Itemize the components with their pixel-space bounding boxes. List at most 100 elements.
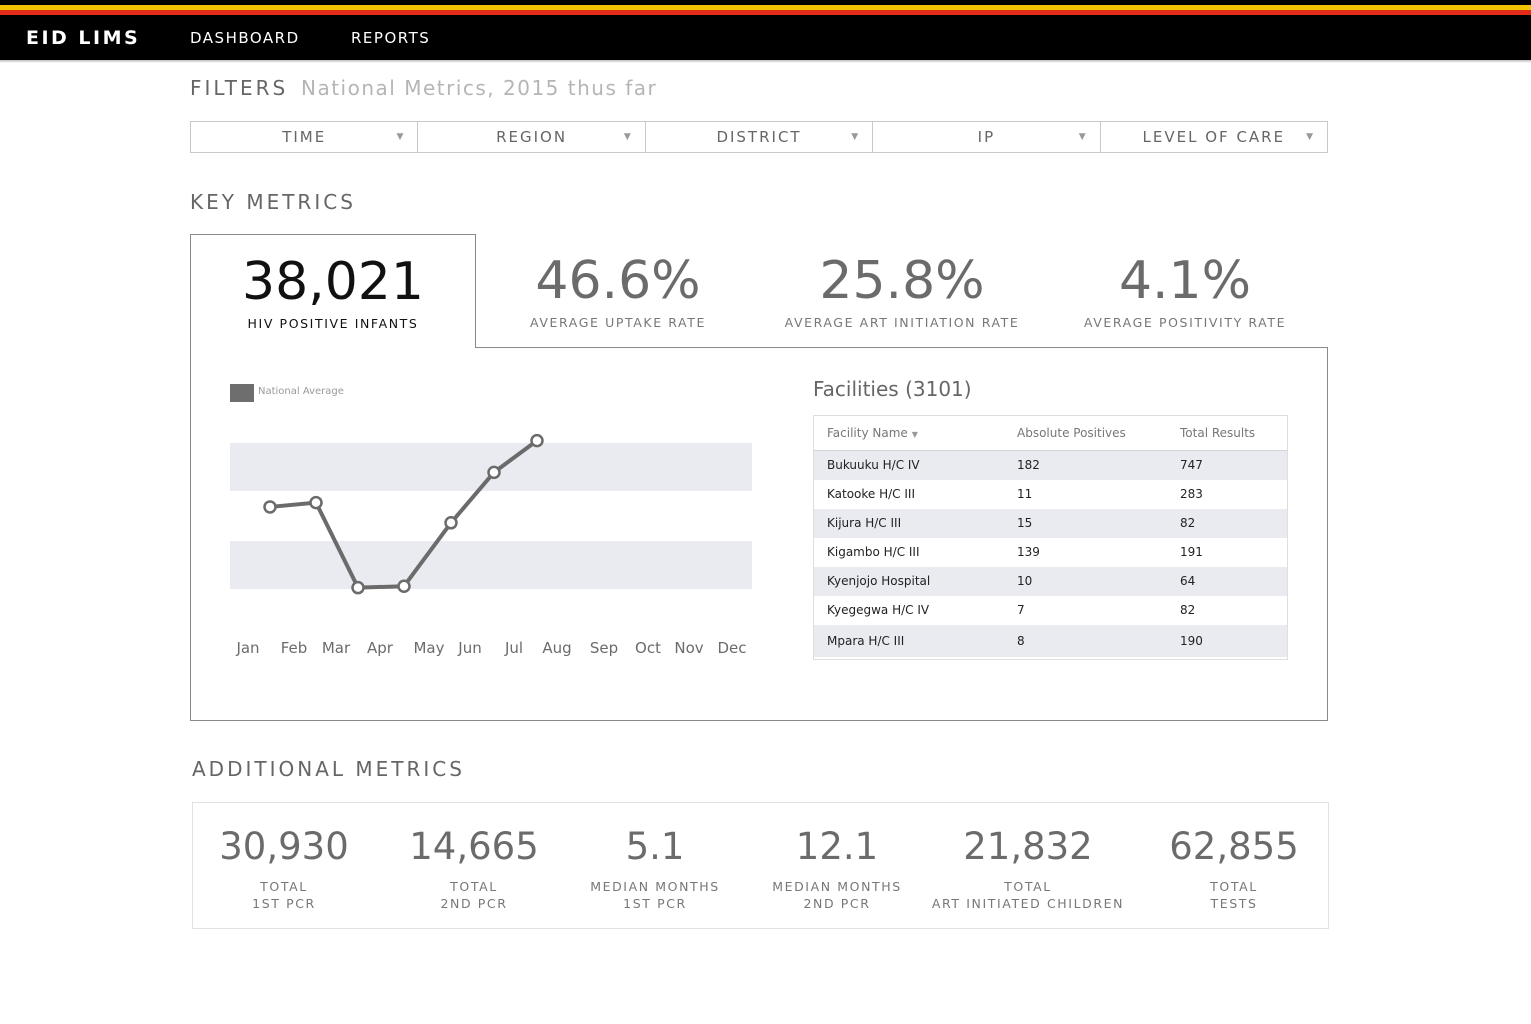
absolute-positives: 139 xyxy=(1017,545,1040,559)
metric-label-line: TOTAL xyxy=(1210,879,1258,894)
absolute-positives: 8 xyxy=(1017,634,1025,648)
facility-name: Bukuuku H/C IV xyxy=(827,458,920,472)
table-row[interactable]: Mpara H/C III 8 190 xyxy=(814,625,1287,657)
facility-name: Katooke H/C III xyxy=(827,487,915,501)
absolute-positives: 7 xyxy=(1017,603,1025,617)
metric-label-line: TOTAL xyxy=(1004,879,1052,894)
filters-title: FILTERS xyxy=(190,76,289,100)
sort-down-icon: ▼ xyxy=(911,430,918,439)
table-row[interactable]: Bukuuku H/C IV 182 747 xyxy=(814,451,1287,480)
table-row[interactable]: Kigambo H/C III 139 191 xyxy=(814,538,1287,567)
total-results: 64 xyxy=(1180,574,1196,588)
x-tick-label: Jul xyxy=(504,639,524,657)
metric-total-tests: 62,855 TOTAL TESTS xyxy=(1169,828,1298,912)
total-results: 190 xyxy=(1180,634,1203,648)
metric-label-line: TOTAL xyxy=(450,879,498,894)
chart-band xyxy=(230,443,752,491)
brand-logo[interactable]: EID LIMS xyxy=(26,27,140,49)
metric-label: TOTAL ART INITIATED CHILDREN xyxy=(932,878,1124,912)
filter-district-label: DISTRICT xyxy=(716,128,802,146)
filter-time[interactable]: TIME ▼ xyxy=(191,122,419,152)
facility-name: Kigambo H/C III xyxy=(827,545,920,559)
total-results: 283 xyxy=(1180,487,1203,501)
tab-join xyxy=(191,346,475,348)
column-header-total-results[interactable]: Total Results xyxy=(1180,416,1255,450)
nav-dashboard[interactable]: DASHBOARD xyxy=(190,29,300,47)
metric-total-1st-pcr: 30,930 TOTAL 1ST PCR xyxy=(219,828,348,912)
metric-label: MEDIAN MONTHS 2ND PCR xyxy=(772,878,902,912)
metric-label: AVERAGE POSITIVITY RATE xyxy=(1083,315,1287,330)
metric-label: TOTAL 2ND PCR xyxy=(409,878,538,912)
filter-region[interactable]: REGION ▼ xyxy=(418,122,646,152)
x-tick-label: Oct xyxy=(635,639,661,657)
facility-name: Kyegegwa H/C IV xyxy=(827,603,930,617)
metric-average-uptake-rate[interactable]: 46.6% AVERAGE UPTAKE RATE xyxy=(476,255,760,330)
facility-name: Mpara H/C III xyxy=(827,634,905,648)
total-results: 191 xyxy=(1180,545,1203,559)
metric-label: MEDIAN MONTHS 1ST PCR xyxy=(590,878,720,912)
metric-value: 4.1% xyxy=(1118,251,1252,311)
absolute-positives: 182 xyxy=(1017,458,1040,472)
filter-ip[interactable]: IP ▼ xyxy=(873,122,1101,152)
metric-average-art-initiation-rate[interactable]: 25.8% AVERAGE ART INITIATION RATE xyxy=(760,255,1044,330)
x-tick-label: May xyxy=(413,639,445,657)
metric-label: AVERAGE UPTAKE RATE xyxy=(530,315,706,330)
metric-label-line: MEDIAN MONTHS xyxy=(590,879,720,894)
x-tick-label: Mar xyxy=(321,639,351,657)
column-header-label: Facility Name xyxy=(827,426,908,440)
metric-value: 14,665 xyxy=(409,825,539,868)
filter-time-label: TIME xyxy=(282,128,327,146)
metric-value: 30,930 xyxy=(219,825,349,868)
metric-label-line: TOTAL xyxy=(260,879,308,894)
chevron-down-icon: ▼ xyxy=(623,132,633,142)
table-header: Facility Name ▼ Absolute Positives Total … xyxy=(814,416,1287,451)
column-header-facility-name[interactable]: Facility Name ▼ xyxy=(827,416,918,452)
x-tick-label: Aug xyxy=(542,639,572,657)
filter-ip-label: IP xyxy=(977,128,996,146)
metric-hiv-positive-infants[interactable]: 38,021 HIV POSITIVE INFANTS xyxy=(191,256,475,331)
metric-value: 46.6% xyxy=(535,251,701,311)
filter-level-of-care[interactable]: LEVEL OF CARE ▼ xyxy=(1101,122,1327,152)
table-row[interactable]: Kijura H/C III 15 82 xyxy=(814,509,1287,538)
chevron-down-icon: ▼ xyxy=(1306,132,1316,142)
additional-metrics-panel xyxy=(192,802,1329,929)
facility-name: Kyenjojo Hospital xyxy=(827,574,931,588)
facilities-title: Facilities (3101) xyxy=(813,377,972,401)
metric-label-line: 1ST PCR xyxy=(252,896,316,911)
top-navbar: EID LIMS DASHBOARD REPORTS xyxy=(0,18,1531,60)
additional-metrics-title: ADDITIONAL METRICS xyxy=(192,757,465,781)
facilities-table: Facility Name ▼ Absolute Positives Total … xyxy=(813,415,1288,660)
metric-median-months-2nd-pcr: 12.1 MEDIAN MONTHS 2ND PCR xyxy=(772,828,902,912)
table-row[interactable]: Katooke H/C III 11 283 xyxy=(814,480,1287,509)
column-header-absolute-positives[interactable]: Absolute Positives xyxy=(1017,416,1126,450)
nav-reports[interactable]: REPORTS xyxy=(351,29,430,47)
legend-label: National Average xyxy=(258,386,344,397)
table-row[interactable]: Kyegegwa H/C IV 7 82 xyxy=(814,596,1287,625)
x-tick-label: Jan xyxy=(236,639,260,657)
absolute-positives: 11 xyxy=(1017,487,1033,501)
metric-label-line: 1ST PCR xyxy=(623,896,687,911)
filters-subtitle: National Metrics, 2015 thus far xyxy=(301,76,658,100)
metric-label-line: 2ND PCR xyxy=(803,896,871,911)
flag-stripe xyxy=(0,0,1531,20)
x-tick-label: Dec xyxy=(717,639,747,657)
absolute-positives: 15 xyxy=(1017,516,1033,530)
metric-value: 21,832 xyxy=(963,825,1093,868)
table-row[interactable]: Kyenjojo Hospital 10 64 xyxy=(814,567,1287,596)
total-results: 747 xyxy=(1180,458,1203,472)
metric-label-line: TESTS xyxy=(1210,896,1258,911)
legend-swatch xyxy=(230,384,254,402)
metric-label-line: ART INITIATED CHILDREN xyxy=(931,896,1125,911)
key-metrics-title: KEY METRICS xyxy=(190,190,356,214)
navbar-shadow xyxy=(0,60,1531,63)
absolute-positives: 10 xyxy=(1017,574,1033,588)
metric-total-2nd-pcr: 14,665 TOTAL 2ND PCR xyxy=(409,828,538,912)
metric-average-positivity-rate[interactable]: 4.1% AVERAGE POSITIVITY RATE xyxy=(1043,255,1327,330)
metric-label: TOTAL TESTS xyxy=(1169,878,1298,912)
metric-median-months-1st-pcr: 5.1 MEDIAN MONTHS 1ST PCR xyxy=(590,828,720,912)
filter-region-label: REGION xyxy=(496,128,568,146)
x-tick-label: Sep xyxy=(589,639,619,657)
filter-district[interactable]: DISTRICT ▼ xyxy=(646,122,874,152)
metric-label-line: 2ND PCR xyxy=(440,896,508,911)
metric-label-line: MEDIAN MONTHS xyxy=(772,879,902,894)
